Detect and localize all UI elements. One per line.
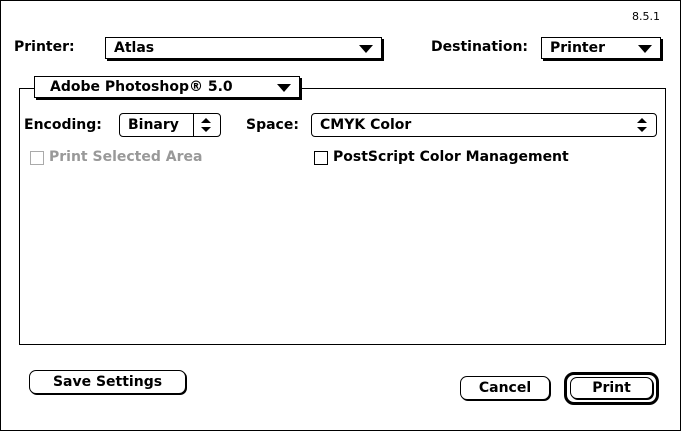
section-popup[interactable]: Adobe Photoshop® 5.0: [34, 76, 300, 98]
destination-value: Printer: [550, 40, 606, 56]
encoding-label: Encoding:: [24, 117, 102, 133]
checkbox-box: [314, 151, 328, 165]
up-down-arrows-icon: [201, 118, 211, 132]
encoding-stepper[interactable]: Binary: [119, 113, 221, 137]
print-dialog: 8.5.1 Printer: Atlas Destination: Printe…: [0, 0, 681, 431]
encoding-value: Binary: [128, 117, 179, 133]
destination-label: Destination:: [431, 39, 529, 55]
save-settings-button[interactable]: Save Settings: [29, 370, 186, 394]
print-button[interactable]: Print: [570, 377, 653, 399]
print-selected-area-label: Print Selected Area: [49, 149, 203, 165]
printer-popup[interactable]: Atlas: [105, 37, 382, 59]
printer-value: Atlas: [114, 40, 155, 56]
checkbox-box: [30, 151, 44, 165]
printer-label: Printer:: [14, 39, 75, 55]
space-label: Space:: [246, 117, 299, 133]
chevron-down-icon: [638, 45, 652, 53]
postscript-color-management-label: PostScript Color Management: [333, 149, 569, 165]
section-value: Adobe Photoshop® 5.0: [50, 79, 233, 95]
destination-popup[interactable]: Printer: [541, 37, 661, 59]
cancel-button[interactable]: Cancel: [460, 376, 550, 400]
chevron-down-icon: [359, 45, 373, 53]
space-popup[interactable]: CMYK Color: [311, 113, 657, 137]
chevron-down-icon: [277, 84, 291, 92]
version-label: 8.5.1: [632, 10, 660, 23]
space-value: CMYK Color: [320, 117, 412, 133]
up-down-arrows-icon: [637, 118, 647, 132]
